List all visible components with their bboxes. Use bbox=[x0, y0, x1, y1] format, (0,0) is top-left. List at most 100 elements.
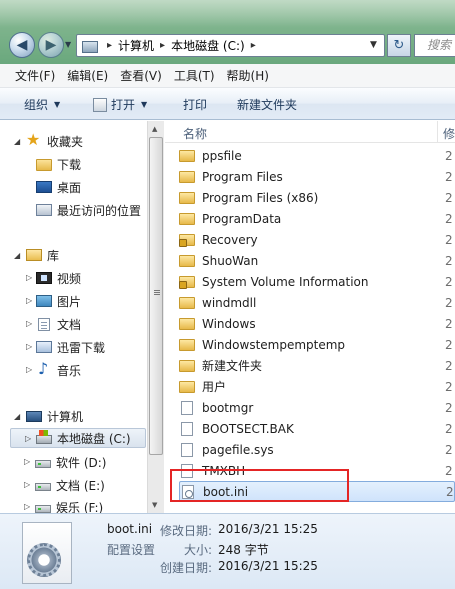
expand-icon[interactable]: ▷ bbox=[24, 502, 30, 511]
print-label: 打印 bbox=[183, 98, 208, 112]
file-row[interactable]: Recovery 2 bbox=[179, 229, 455, 250]
nav-thunder-downloads[interactable]: ▷ 迅雷下载 bbox=[26, 337, 105, 357]
nav-label: 桌面 bbox=[57, 180, 82, 195]
file-name: ProgramData bbox=[202, 211, 282, 226]
expand-icon[interactable]: ▷ bbox=[26, 365, 32, 374]
nav-music[interactable]: ▷ 音乐 bbox=[26, 359, 81, 380]
file-name: System Volume Information bbox=[202, 274, 369, 289]
file-row[interactable]: 用户 2 bbox=[179, 376, 455, 397]
music-icon bbox=[36, 359, 52, 378]
nav-desktop[interactable]: 桌面 bbox=[36, 177, 81, 197]
address-dropdown-icon[interactable]: ▼ bbox=[370, 40, 377, 50]
expand-icon[interactable]: ▷ bbox=[26, 273, 32, 282]
menu-file[interactable]: 文件(F) bbox=[15, 67, 55, 84]
file-modified-date: 2 bbox=[445, 316, 453, 331]
download-folder-icon bbox=[36, 341, 52, 353]
scroll-up-icon[interactable]: ▲ bbox=[152, 125, 157, 133]
file-row[interactable]: ppsfile 2 bbox=[179, 145, 455, 166]
column-name[interactable]: 名称 bbox=[183, 125, 207, 142]
navigation-scrollbar[interactable]: ▲ ▼ bbox=[147, 121, 164, 513]
drive-icon bbox=[35, 460, 51, 468]
file-name: 新建文件夹 bbox=[202, 359, 263, 373]
arrow-right-icon: ▶ bbox=[45, 37, 57, 53]
breadcrumb-drive-c[interactable]: 本地磁盘 (C:) bbox=[171, 37, 245, 54]
expand-icon[interactable]: ▷ bbox=[26, 319, 32, 328]
nav-libraries[interactable]: ◢ 库 bbox=[14, 245, 59, 265]
file-name: pagefile.sys bbox=[202, 442, 274, 457]
back-button[interactable]: ◀ bbox=[9, 32, 35, 58]
folder-icon bbox=[36, 158, 52, 171]
expand-icon[interactable]: ▷ bbox=[24, 457, 30, 466]
search-input[interactable]: 搜索 bbox=[414, 34, 455, 57]
menu-help[interactable]: 帮助(H) bbox=[227, 67, 269, 84]
menu-edit[interactable]: 编辑(E) bbox=[67, 67, 108, 84]
address-bar[interactable]: ▸ 计算机 ▸ 本地磁盘 (C:) ▸ bbox=[76, 34, 385, 57]
file-row[interactable]: boot.ini 2 bbox=[179, 481, 455, 502]
file-modified-date: 2 bbox=[445, 169, 453, 184]
nav-documents[interactable]: ▷ 文档 bbox=[26, 314, 81, 334]
file-modified-date: 2 bbox=[445, 442, 453, 457]
computer-icon bbox=[81, 39, 98, 53]
breadcrumb-separator-icon[interactable]: ▸ bbox=[251, 40, 256, 51]
new-folder-button[interactable]: 新建文件夹 bbox=[237, 96, 297, 113]
expand-icon[interactable]: ▷ bbox=[24, 480, 30, 489]
nav-drive-c[interactable]: ▷ 本地磁盘 (C:) bbox=[10, 428, 146, 448]
organize-button[interactable]: 组织 ▼ bbox=[24, 96, 60, 113]
file-row[interactable]: System Volume Information 2 bbox=[179, 271, 455, 292]
locked-folder-icon bbox=[179, 275, 195, 289]
scroll-thumb[interactable] bbox=[149, 137, 163, 455]
file-row[interactable]: ShuoWan 2 bbox=[179, 250, 455, 271]
breadcrumb-computer[interactable]: 计算机 bbox=[118, 37, 154, 54]
menu-tools[interactable]: 工具(T) bbox=[174, 67, 215, 84]
organize-label: 组织 bbox=[24, 98, 49, 112]
nav-pictures[interactable]: ▷ 图片 bbox=[26, 291, 81, 311]
nav-favorites[interactable]: ◢ 收藏夹 bbox=[14, 130, 83, 151]
scroll-down-icon[interactable]: ▼ bbox=[152, 501, 157, 509]
refresh-button[interactable]: ↻ bbox=[387, 34, 411, 57]
breadcrumb-separator-icon[interactable]: ▸ bbox=[160, 40, 165, 51]
print-button[interactable]: 打印 bbox=[183, 96, 207, 113]
file-row[interactable]: Windows 2 bbox=[179, 313, 455, 334]
nav-drive-f[interactable]: ▷ 娱乐 (F:) bbox=[24, 497, 103, 513]
file-row[interactable]: TMXBH 2 bbox=[179, 460, 455, 481]
file-modified-date: 2 bbox=[445, 148, 453, 163]
nav-label: 库 bbox=[47, 248, 60, 263]
drive-icon bbox=[35, 505, 51, 513]
expand-icon[interactable]: ▷ bbox=[25, 434, 31, 443]
expand-icon[interactable]: ▷ bbox=[26, 296, 32, 305]
nav-drive-d[interactable]: ▷ 软件 (D:) bbox=[24, 452, 106, 472]
nav-videos[interactable]: ▷ 视频 bbox=[26, 268, 81, 288]
file-row[interactable]: windmdll 2 bbox=[179, 292, 455, 313]
open-button[interactable]: 打开 ▼ bbox=[93, 96, 147, 113]
recent-pages-dropdown[interactable]: ▼ bbox=[65, 40, 71, 49]
file-row[interactable]: pagefile.sys 2 bbox=[179, 439, 455, 460]
file-row[interactable]: Windowstempemptemp 2 bbox=[179, 334, 455, 355]
column-modified[interactable]: 修 bbox=[443, 125, 455, 142]
file-row[interactable]: ProgramData 2 bbox=[179, 208, 455, 229]
expand-icon[interactable]: ▷ bbox=[26, 342, 32, 351]
menu-bar: 文件(F) 编辑(E) 查看(V) 工具(T) 帮助(H) bbox=[0, 64, 455, 88]
nav-downloads[interactable]: 下载 bbox=[36, 154, 81, 174]
file-modified-date: 2 bbox=[445, 253, 453, 268]
file-modified-date: 2 bbox=[445, 295, 453, 310]
column-divider[interactable] bbox=[437, 121, 438, 143]
forward-button[interactable]: ▶ bbox=[38, 32, 64, 58]
file-modified-date: 2 bbox=[446, 484, 454, 499]
file-row[interactable]: BOOTSECT.BAK 2 bbox=[179, 418, 455, 439]
nav-label: 计算机 bbox=[47, 409, 84, 424]
file-row[interactable]: Program Files 2 bbox=[179, 166, 455, 187]
file-row[interactable]: bootmgr 2 bbox=[179, 397, 455, 418]
nav-drive-e[interactable]: ▷ 文档 (E:) bbox=[24, 475, 105, 495]
nav-recent[interactable]: 最近访问的位置 bbox=[36, 200, 141, 220]
column-header: 名称 修 bbox=[165, 121, 455, 143]
nav-computer[interactable]: ◢ 计算机 bbox=[14, 406, 83, 426]
file-row[interactable]: 新建文件夹 2 bbox=[179, 355, 455, 376]
breadcrumb-separator-icon[interactable]: ▸ bbox=[107, 40, 112, 51]
collapse-icon[interactable]: ◢ bbox=[14, 251, 20, 260]
title-glare bbox=[0, 0, 455, 28]
collapse-icon[interactable]: ◢ bbox=[14, 137, 20, 146]
file-row[interactable]: Program Files (x86) 2 bbox=[179, 187, 455, 208]
dropdown-arrow-icon: ▼ bbox=[141, 100, 148, 109]
collapse-icon[interactable]: ◢ bbox=[14, 412, 20, 421]
menu-view[interactable]: 查看(V) bbox=[120, 67, 162, 84]
